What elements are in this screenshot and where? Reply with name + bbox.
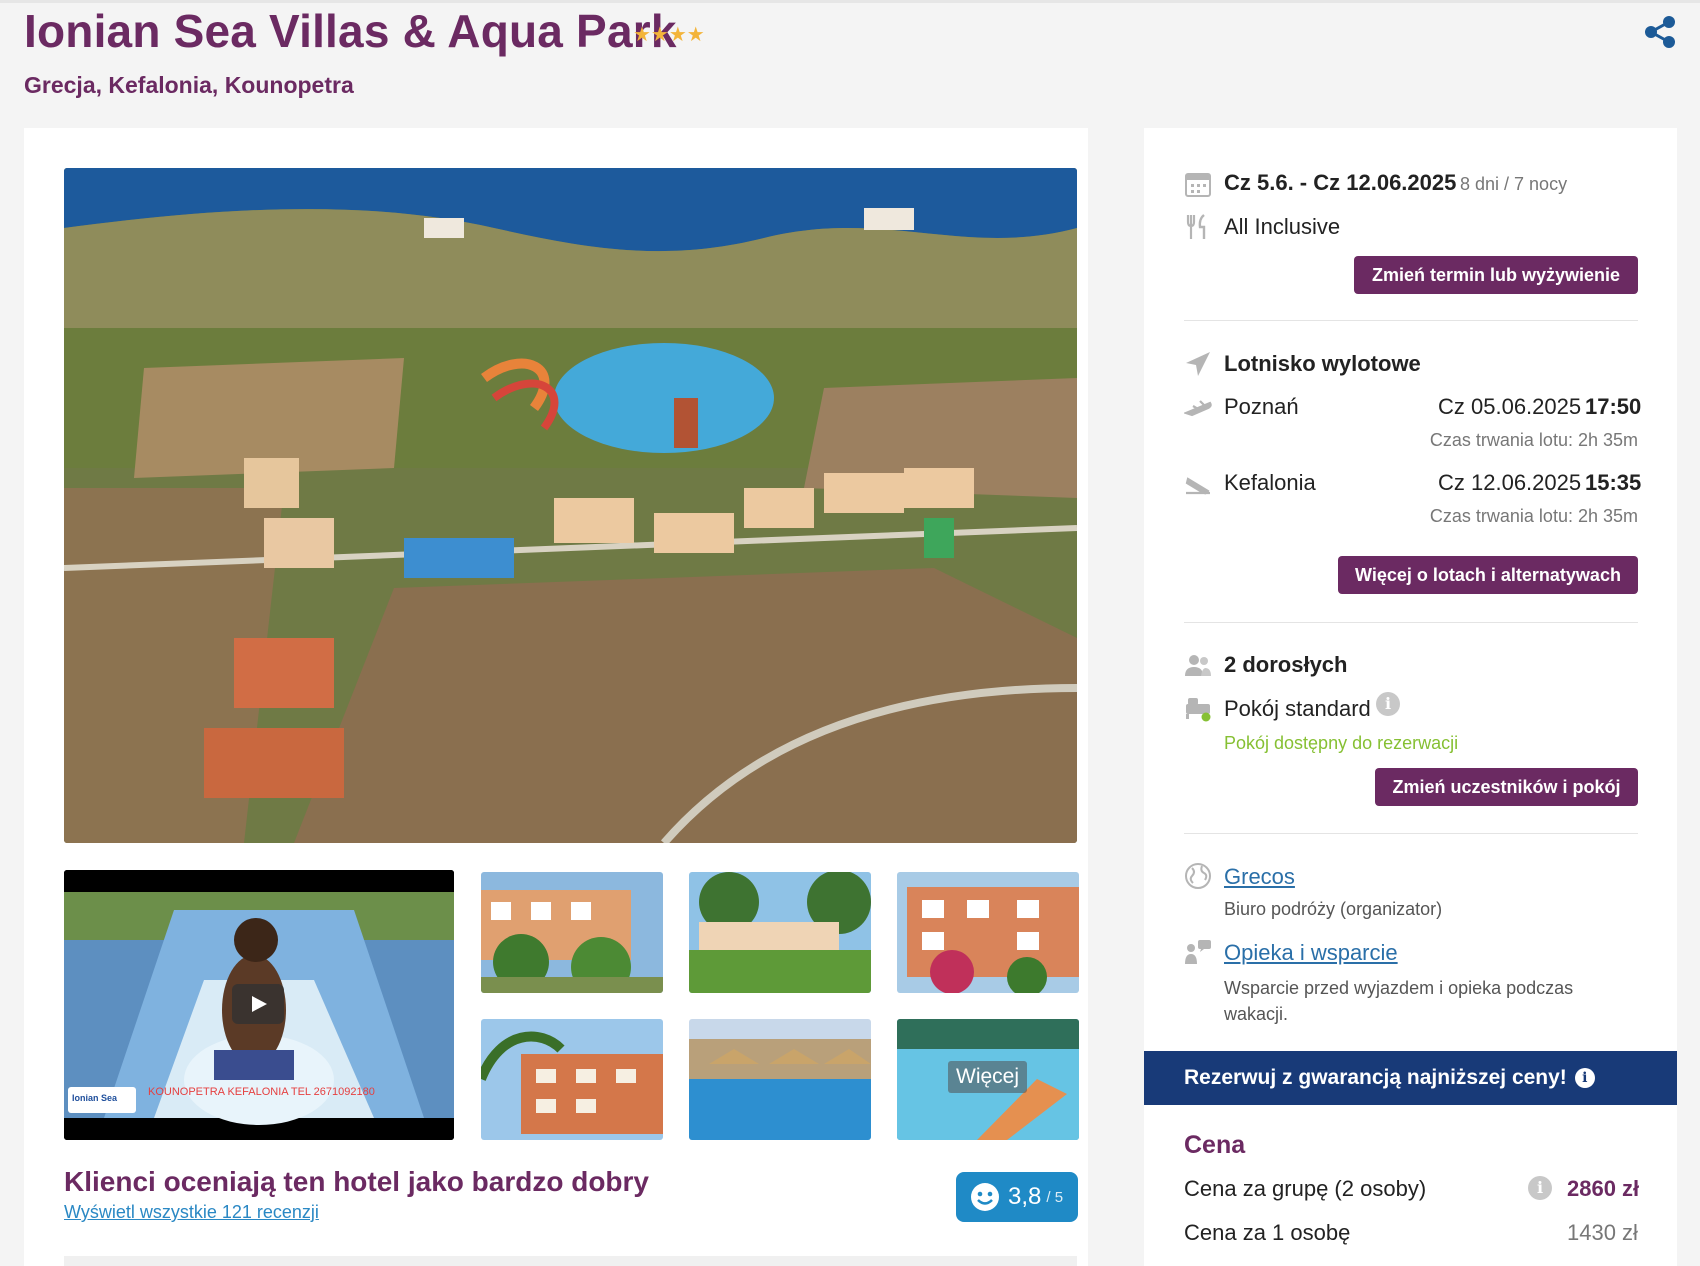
gallery-thumbnail-4[interactable] <box>481 1019 663 1140</box>
support-icon <box>1184 938 1212 966</box>
video-logo: Ionian Sea <box>68 1087 136 1113</box>
room-type: Pokój standard <box>1224 696 1371 721</box>
support-link[interactable]: Opieka i wsparcie <box>1224 940 1398 966</box>
outbound-city: Poznań <box>1224 394 1299 419</box>
landing-icon <box>1184 469 1212 497</box>
person-price: 1430 zł <box>1567 1220 1638 1245</box>
divider <box>1184 622 1638 623</box>
guests-icon <box>1184 651 1212 679</box>
hotel-title: Ionian Sea Villas & Aqua Park <box>24 5 677 57</box>
outbound-time: 17:50 <box>1585 394 1642 419</box>
top-border <box>0 0 1700 3</box>
gallery-thumbnail-5[interactable] <box>689 1019 871 1140</box>
all-reviews-link[interactable]: Wyświetl wszystkie 121 recenzji <box>64 1202 319 1223</box>
trip-dates: Cz 5.6. - Cz 12.06.2025 <box>1224 170 1457 195</box>
group-price-label: Cena za grupę (2 osoby) <box>1184 1176 1427 1201</box>
share-icon[interactable] <box>1642 14 1678 50</box>
room-info-icon[interactable]: i <box>1376 692 1400 716</box>
trip-duration: 8 dni / 7 nocy <box>1460 174 1568 194</box>
takeoff-icon <box>1182 393 1212 421</box>
outbound-duration: Czas trwania lotu: 2h 35m <box>1429 430 1638 450</box>
rating-badge[interactable]: 3,8 / 5 <box>956 1172 1078 1222</box>
price-title: Cena <box>1184 1131 1246 1159</box>
main-hotel-photo[interactable] <box>64 168 1077 843</box>
divider <box>1184 833 1638 834</box>
gallery-thumbnail-3[interactable] <box>897 872 1079 993</box>
flights-title: Lotnisko wylotowe <box>1224 351 1421 376</box>
room-availability: Pokój dostępny do rezerwacji <box>1224 733 1459 753</box>
hotel-location: Grecja, Kefalonia, Kounopetra <box>24 72 354 98</box>
gallery-thumbnail-1[interactable] <box>481 872 663 993</box>
more-photos-button[interactable]: Więcej <box>948 1061 1028 1093</box>
rating-max: / 5 <box>1046 1188 1064 1206</box>
reviews-headline: Klienci oceniają ten hotel jako bardzo d… <box>64 1166 650 1197</box>
cutlery-icon <box>1184 213 1212 241</box>
change-room-button[interactable]: Zmień uczestników i pokój <box>1375 768 1638 806</box>
board-type: All Inclusive <box>1224 214 1341 239</box>
departure-plane-icon <box>1184 350 1212 378</box>
organizer-role: Biuro podróży (organizator) <box>1224 899 1443 919</box>
inbound-duration: Czas trwania lotu: 2h 35m <box>1429 506 1638 526</box>
section-divider <box>64 1256 1077 1266</box>
change-dates-button[interactable]: Zmień termin lub wyżywienie <box>1354 256 1638 294</box>
guarantee-info-icon[interactable]: i <box>1574 1068 1595 1088</box>
guarantee-text: Rezerwuj z gwarancją najniższej ceny! <box>1184 1066 1567 1089</box>
guest-count: 2 dorosłych <box>1224 652 1348 677</box>
divider <box>1184 320 1638 321</box>
play-video-button[interactable] <box>232 984 284 1024</box>
price-info-icon[interactable]: i <box>1528 1176 1552 1200</box>
group-price: 2860 zł <box>1567 1176 1640 1201</box>
inbound-time: 15:35 <box>1585 470 1642 495</box>
star-rating: ★★★★ <box>633 24 705 46</box>
globe-icon <box>1184 862 1212 890</box>
rating-score: 3,8 <box>1008 1183 1042 1210</box>
support-description: Wsparcie przed wyjazdem i opieka podczas… <box>1224 978 1574 1024</box>
organizer-link[interactable]: Grecos <box>1224 864 1295 890</box>
bed-icon <box>1184 694 1212 722</box>
outbound-date: Cz 05.06.2025 <box>1438 394 1582 419</box>
video-caption: KOUNOPETRA KEFALONIA TEL 2671092180 <box>148 1086 375 1098</box>
inbound-date: Cz 12.06.2025 <box>1438 470 1582 495</box>
more-flights-button[interactable]: Więcej o lotach i alternatywach <box>1338 556 1638 594</box>
smiley-icon <box>970 1182 1000 1212</box>
price-guarantee-banner: Rezerwuj z gwarancją najniższej ceny! i <box>1144 1051 1677 1105</box>
inbound-city: Kefalonia <box>1224 470 1316 495</box>
calendar-icon <box>1184 170 1212 198</box>
gallery-thumbnail-2[interactable] <box>689 872 871 993</box>
person-price-label: Cena za 1 osobę <box>1184 1220 1351 1245</box>
